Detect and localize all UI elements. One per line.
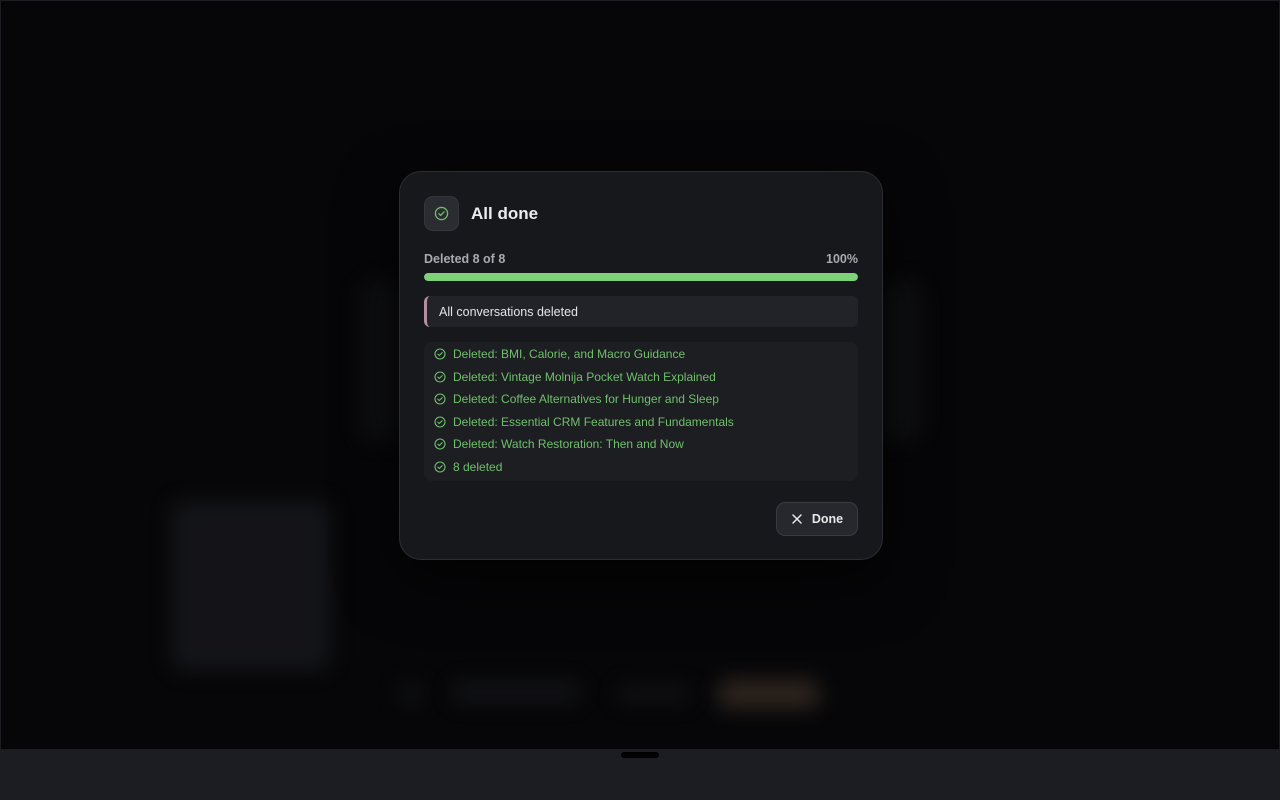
done-button[interactable]: Done — [776, 502, 858, 536]
dialog-header: All done — [424, 196, 538, 231]
check-circle-icon — [424, 196, 459, 231]
log-item: Deleted: BMI, Calorie, and Macro Guidanc… — [424, 343, 858, 366]
log-item: Deleted: Vintage Molnija Pocket Watch Ex… — [424, 366, 858, 389]
deletion-complete-dialog: All done Deleted 8 of 8 100% All convers… — [399, 171, 883, 560]
status-message: All conversations deleted — [439, 304, 578, 319]
log-item-text: Deleted: Essential CRM Features and Fund… — [453, 414, 734, 429]
progress-bar-fill — [424, 273, 858, 281]
log-item: 8 deleted — [424, 456, 858, 479]
background-panel-edge — [881, 281, 921, 441]
log-item-text: Deleted: Watch Restoration: Then and Now — [453, 437, 684, 452]
check-circle-icon — [434, 348, 446, 360]
status-banner: All conversations deleted — [424, 296, 858, 327]
check-circle-icon — [434, 371, 446, 383]
progress-percent: 100% — [826, 252, 858, 266]
home-indicator[interactable] — [621, 752, 659, 758]
background-panel-edge — [361, 281, 401, 441]
background-control — [451, 681, 581, 703]
close-icon — [792, 514, 802, 524]
log-item: Deleted: Watch Restoration: Then and Now — [424, 433, 858, 456]
check-circle-icon — [434, 416, 446, 428]
check-circle-icon — [434, 393, 446, 405]
check-circle-icon — [434, 461, 446, 473]
app-screen: All done Deleted 8 of 8 100% All convers… — [0, 0, 1280, 750]
background-control — [616, 685, 691, 703]
log-item-text: Deleted: BMI, Calorie, and Macro Guidanc… — [453, 347, 686, 362]
progress-labels: Deleted 8 of 8 100% — [424, 252, 858, 266]
background-card — [171, 501, 331, 671]
log-item: Deleted: Coffee Alternatives for Hunger … — [424, 388, 858, 411]
log-item-text: Deleted: Coffee Alternatives for Hunger … — [453, 392, 719, 407]
background-control — [396, 681, 426, 707]
check-circle-icon — [434, 438, 446, 450]
progress-label: Deleted 8 of 8 — [424, 252, 506, 266]
log-item-text: 8 deleted — [453, 459, 503, 474]
deletion-log: Deleted: BMI, Calorie, and Macro Guidanc… — [424, 342, 858, 481]
background-control — [716, 679, 821, 709]
log-item: Deleted: Essential CRM Features and Fund… — [424, 411, 858, 434]
log-item-text: Deleted: Vintage Molnija Pocket Watch Ex… — [453, 369, 716, 384]
done-button-label: Done — [811, 512, 844, 526]
dialog-title: All done — [471, 203, 539, 223]
progress-bar — [424, 273, 858, 281]
